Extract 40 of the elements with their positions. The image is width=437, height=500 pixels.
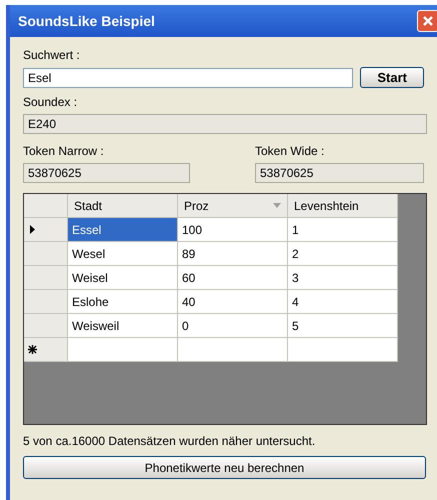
table-cell[interactable]: 4	[288, 290, 398, 314]
current-row-icon	[30, 225, 35, 234]
column-header[interactable]: Levenshtein	[288, 194, 398, 218]
table-cell[interactable]: Eslohe	[68, 290, 178, 314]
table-cell[interactable]: Wesel	[68, 242, 178, 266]
table-cell[interactable]: 89	[178, 242, 288, 266]
table-cell[interactable]	[178, 338, 288, 362]
table-cell[interactable]: Essel	[68, 218, 178, 242]
field-label: Token Narrow :	[23, 143, 105, 159]
field-label: Suchwert :	[23, 47, 81, 63]
row-header[interactable]	[24, 338, 68, 362]
recalculate-button[interactable]: Phonetikwerte neu berechnen	[23, 456, 426, 479]
soundex-field: E240	[23, 114, 427, 134]
table-cell[interactable]: 100	[178, 218, 288, 242]
table-cell[interactable]: 0	[178, 314, 288, 338]
table-cell[interactable]: Weisweil	[68, 314, 178, 338]
column-header[interactable]: Proz	[178, 194, 288, 218]
table-cell[interactable]: 5	[288, 314, 398, 338]
window-title: SoundsLike Beispiel	[18, 12, 155, 31]
token-narrow-field: 53870625	[23, 163, 190, 183]
close-button[interactable]	[417, 10, 437, 32]
close-icon	[422, 15, 434, 27]
table-cell[interactable]: 40	[178, 290, 288, 314]
table-cell[interactable]	[288, 338, 398, 362]
field-label: Token Wide :	[255, 143, 326, 159]
start-button[interactable]: Start	[360, 67, 424, 88]
table-cell[interactable]: 60	[178, 266, 288, 290]
token-wide-field: 53870625	[255, 163, 424, 183]
status-text: 5 von ca.16000 Datensätzen wurden näher untersucht.	[23, 433, 316, 449]
column-header[interactable]: Stadt	[68, 194, 178, 218]
new-row-icon	[28, 345, 37, 354]
table-cell[interactable]: 1	[288, 218, 398, 242]
row-header[interactable]	[24, 218, 68, 242]
row-header	[24, 194, 68, 218]
table-cell[interactable]: 3	[288, 266, 398, 290]
table-cell[interactable]: 2	[288, 242, 398, 266]
search-field[interactable]: Esel	[23, 68, 354, 88]
field-label: Soundex :	[23, 94, 78, 110]
table-cell[interactable]: Weisel	[68, 266, 178, 290]
table-cell[interactable]	[68, 338, 178, 362]
